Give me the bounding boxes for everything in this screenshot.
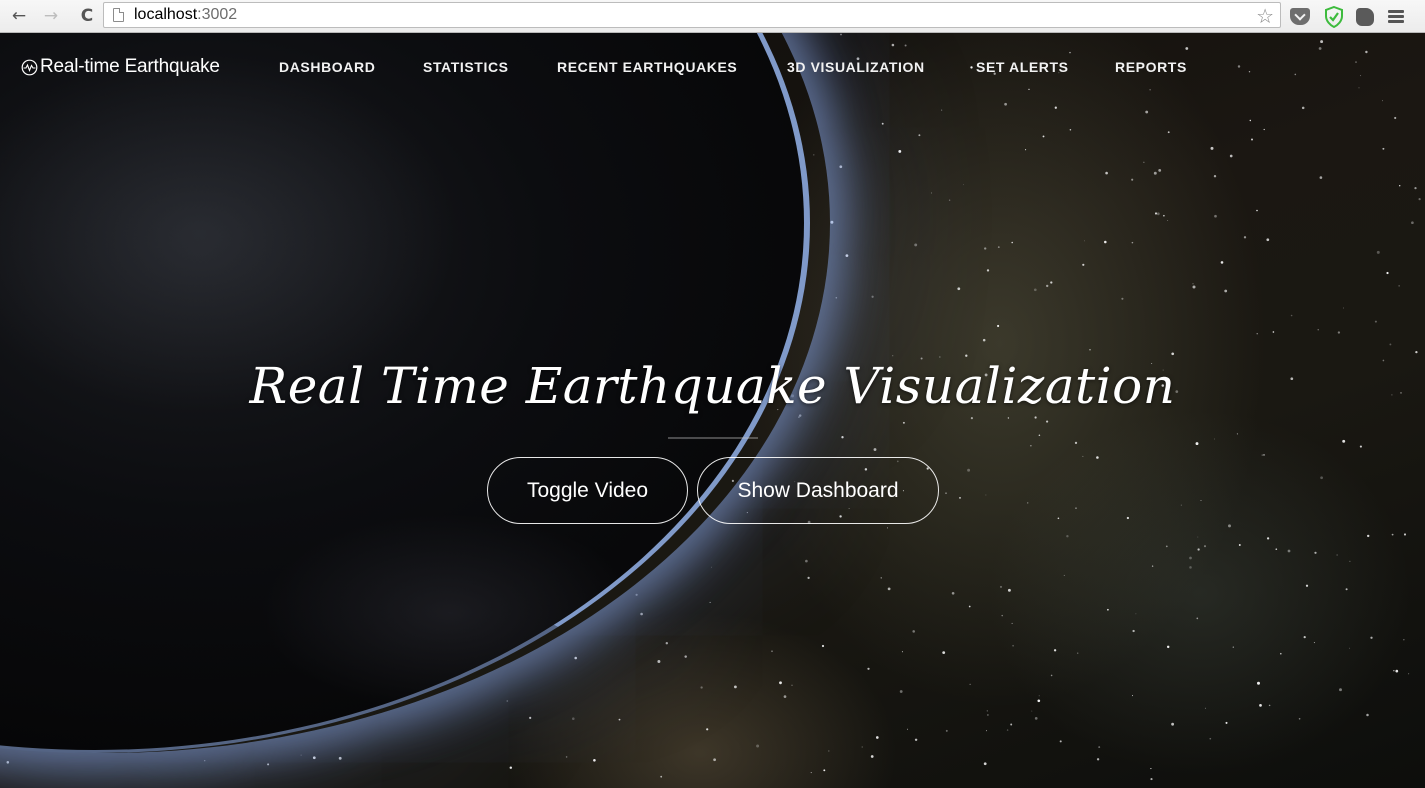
- url-text[interactable]: localhost:3002: [134, 6, 237, 24]
- brand-title: Real-time Earthquake: [40, 56, 220, 77]
- reload-icon[interactable]: C: [76, 5, 98, 27]
- nav-reports[interactable]: REPORTS: [1115, 59, 1187, 75]
- bookmark-star-icon[interactable]: ☆: [1256, 4, 1274, 28]
- title-divider: [668, 437, 758, 439]
- show-dashboard-button[interactable]: Show Dashboard: [697, 457, 939, 524]
- evernote-icon[interactable]: [1356, 7, 1374, 26]
- hamburger-menu-icon[interactable]: [1388, 10, 1404, 23]
- nav-dashboard[interactable]: DASHBOARD: [279, 59, 375, 75]
- brand-link[interactable]: Real-time Earthquake: [21, 56, 220, 78]
- pocket-icon[interactable]: [1290, 8, 1310, 25]
- extension-area: [1288, 0, 1404, 33]
- url-host: localhost: [134, 6, 198, 23]
- nav-3d-visualization[interactable]: 3D VISUALIZATION: [787, 59, 925, 75]
- forward-arrow-icon[interactable]: →: [40, 5, 62, 27]
- address-bar[interactable]: localhost:3002 ☆: [103, 2, 1281, 28]
- seismograph-circle-icon: [21, 59, 38, 75]
- nav-set-alerts[interactable]: SET ALERTS: [976, 59, 1069, 75]
- back-arrow-icon[interactable]: ←: [8, 5, 30, 27]
- nav-statistics[interactable]: STATISTICS: [423, 59, 509, 75]
- shield-check-icon[interactable]: [1324, 5, 1344, 28]
- browser-toolbar: ← → C localhost:3002 ☆: [0, 0, 1425, 33]
- url-port: :3002: [197, 6, 238, 23]
- nav-recent-earthquakes[interactable]: RECENT EARTHQUAKES: [557, 59, 737, 75]
- page-icon: [113, 8, 124, 22]
- toggle-video-button[interactable]: Toggle Video: [487, 457, 688, 524]
- app-navbar: Real-time Earthquake DASHBOARD STATISTIC…: [0, 33, 1425, 101]
- hero-section: Real-time Earthquake DASHBOARD STATISTIC…: [0, 33, 1425, 788]
- hero-title: Real Time Earthquake Visualization: [249, 357, 1176, 415]
